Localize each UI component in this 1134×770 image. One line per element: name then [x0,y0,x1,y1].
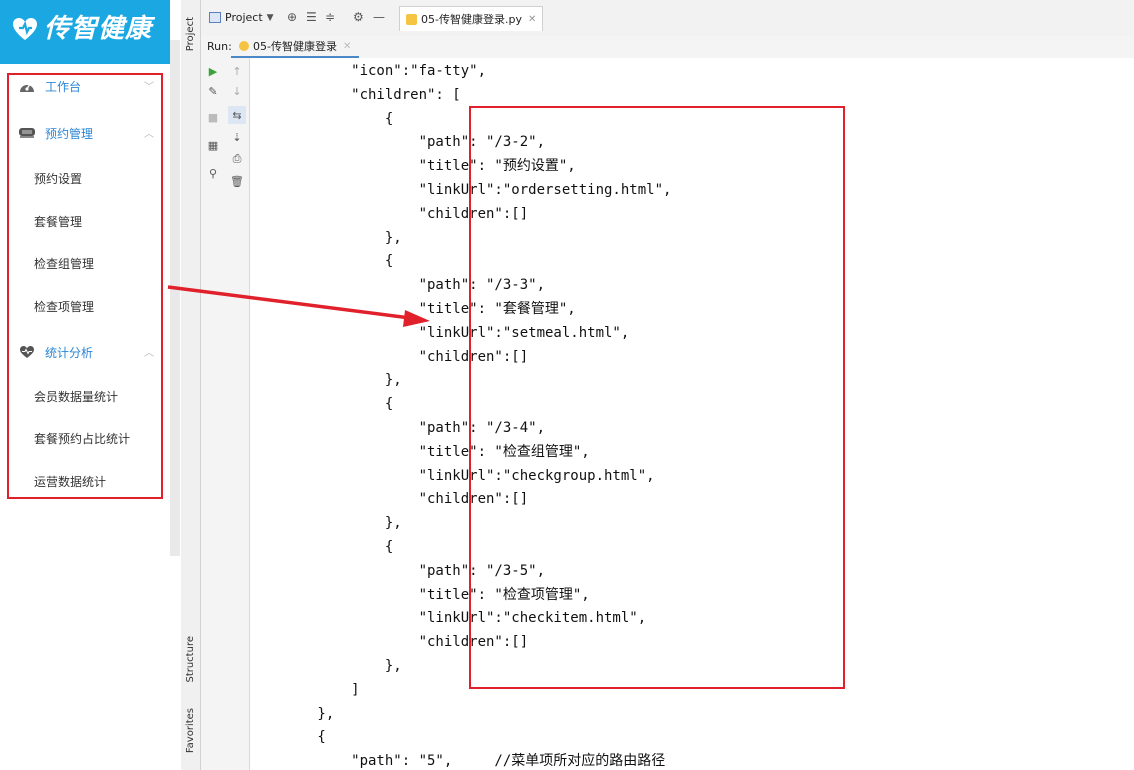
hide-icon[interactable]: — [373,10,385,24]
print-icon[interactable]: ⎙ [228,150,246,168]
ide-top-toolbar: Project ▼ ⊕ ☰ ≑ ⚙ — 05-传智健康登录.py ✕ [201,0,1134,37]
run-tool-icons: ▶ ↑ ✎ ↓ ■ ⇆ ▦ ⇣ ⎙ ⚲ 🗑 [201,58,250,770]
up-arrow-icon[interactable]: ↑ [228,62,246,80]
scroll-to-end-icon[interactable]: ⇣ [228,128,246,146]
app-sidebar: 传智健康 工作台 ﹀ 预约管理 ︿ 预约设置 套餐管理 检查组管理 检查项管理 … [0,0,170,770]
sidebar-scrollbar[interactable] [170,40,180,556]
code-line: "icon":"fa-tty", [250,63,487,79]
logo-bar: 传智健康 [0,0,170,64]
run-tab[interactable]: 05-传智健康登录 ✕ [231,36,360,58]
soft-wrap-icon[interactable]: ⇆ [228,106,246,124]
project-label: Project [225,11,263,24]
dropdown-arrow-icon: ▼ [266,12,274,23]
logo-text: 传智健康 [44,14,153,44]
rerun-icon[interactable]: ▶ [204,62,222,80]
tab-favorites-label: Favorites [185,708,196,754]
python-run-icon [239,41,249,51]
code-line: "children": [ [250,86,461,103]
run-tab-label: 05-传智健康登录 [253,40,337,53]
code-annotation-box [469,106,845,689]
pin-icon[interactable]: ⚲ [204,164,222,182]
close-icon[interactable]: ✕ [528,14,536,25]
layout-icon[interactable]: ▦ [204,136,222,154]
run-tool-window-header: Run: 05-传智健康登录 ✕ [201,36,1134,59]
code-line: "path": "5", //菜单项所对应的路由路径 [250,753,666,770]
gear-icon[interactable]: ⚙ [353,10,364,24]
collapse-all-icon[interactable]: ≑ [325,10,335,24]
tab-project-label: Project [185,16,196,52]
ide-left-tool-strip: Project Structure Favorites [181,0,201,770]
code-line: }, [250,705,335,722]
close-icon[interactable]: ✕ [343,41,351,52]
sidebar-annotation-box [7,73,163,499]
project-view-dropdown[interactable]: Project ▼ [209,11,274,24]
down-arrow-icon[interactable]: ↓ [228,82,246,100]
project-window-icon [209,12,221,23]
expand-all-icon[interactable]: ☰ [306,10,317,24]
python-file-icon [406,13,417,25]
tab-favorites-vertical[interactable]: Favorites [181,700,200,762]
logo-heart-icon [13,18,37,40]
app-logo[interactable]: 传智健康 [10,12,152,46]
run-console[interactable]: "icon":"fa-tty", "children": [ { "path":… [250,58,1134,770]
run-label: Run: [207,40,232,53]
editor-tab-file[interactable]: 05-传智健康登录.py ✕ [399,6,544,31]
tab-structure-label: Structure [185,635,196,683]
stop-icon[interactable]: ■ [204,108,222,126]
trash-icon[interactable]: 🗑 [228,172,246,190]
locate-icon[interactable]: ⊕ [287,10,297,24]
editor-tab-label: 05-传智健康登录.py [421,13,522,26]
tab-project-vertical[interactable]: Project [181,4,200,64]
code-line: { [250,729,326,746]
tab-structure-vertical[interactable]: Structure [181,628,200,690]
wrench-icon[interactable]: ✎ [204,82,222,100]
